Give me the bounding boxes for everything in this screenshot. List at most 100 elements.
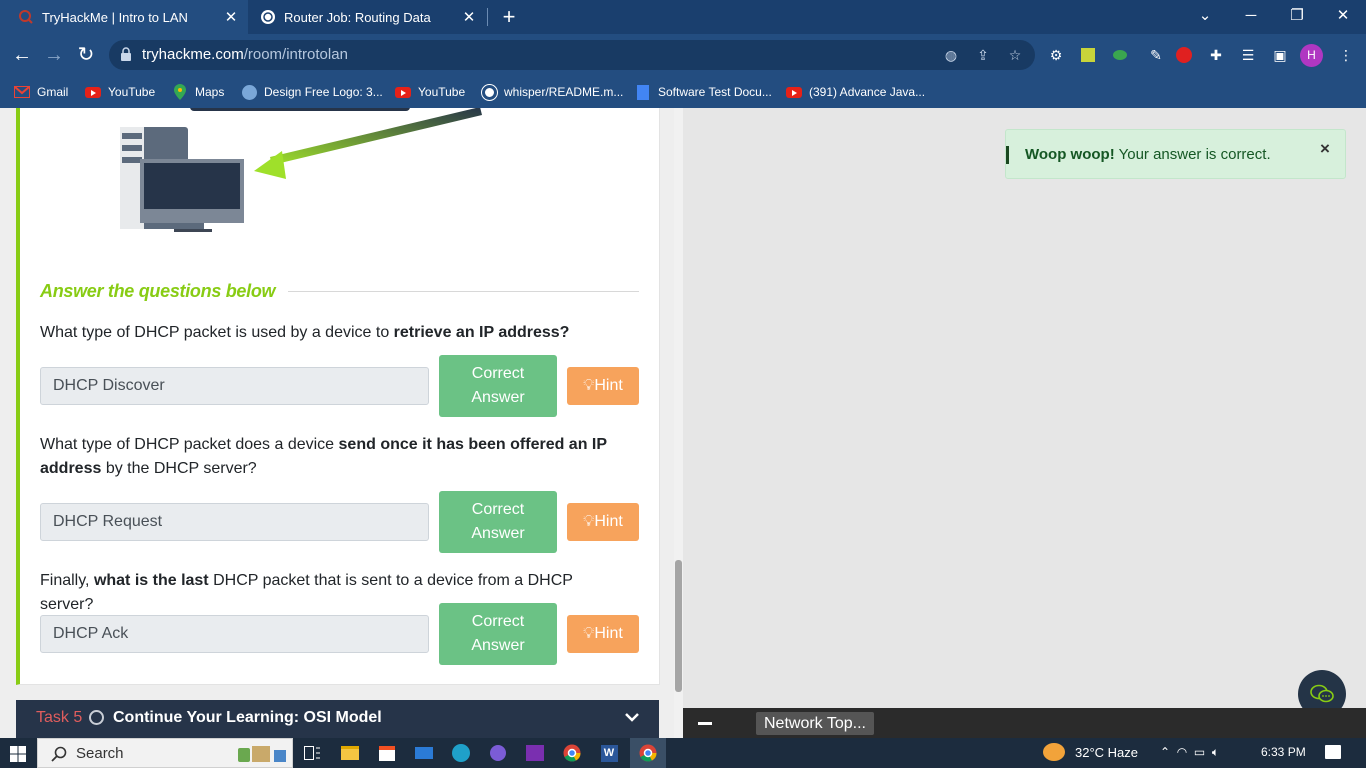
mini-player-label[interactable]: Network Top... [756,712,874,735]
tab-tryhackme[interactable]: TryHackMe | Intro to LAN ✕ [0,0,248,34]
question-text-part: Finally, [40,572,94,589]
correct-label: Correct [471,613,525,630]
taskbar-clock[interactable]: 6:33 PM [1261,745,1306,759]
minimize-icon[interactable] [698,722,712,725]
bookmark-software-test[interactable]: Software Test Docu... [635,82,772,102]
extension-pen-icon[interactable]: ✎ [1146,45,1166,65]
correct-answer-button-1[interactable]: Correct Answer [439,355,557,417]
question-2-text: What type of DHCP packet does a device s… [40,433,630,481]
search-placeholder: Search [76,745,124,762]
browser-menu-icon[interactable]: ⋮ [1336,45,1356,65]
hint-label: Hint [594,377,623,394]
system-tray[interactable]: ⌃ ◠ ▭ 🔈︎ [1160,745,1219,760]
correct-label: Answer [471,389,525,406]
battery-icon: ▭ [1193,745,1206,759]
word-icon[interactable]: W [599,743,619,763]
extension-green-icon[interactable] [1110,45,1130,65]
page-scrollbar[interactable] [674,108,683,738]
minimize-window-button[interactable]: ─ [1228,0,1274,34]
back-arrow-icon[interactable]: ← [8,41,36,69]
weather-widget[interactable]: 32°C Haze [1043,743,1138,761]
bookmark-label: whisper/README.m... [504,85,624,99]
bookmark-label: Maps [195,85,225,99]
question-text-bold: what is the last [93,572,209,589]
volume-icon: 🔈︎ [1211,745,1220,759]
tab-divider [487,8,488,26]
file-explorer-icon[interactable] [340,743,360,763]
tracking-blocked-icon[interactable]: ◍ [941,46,961,64]
correct-answer-button-2[interactable]: Correct Answer [439,491,557,553]
toast-text: Your answer is correct. [1114,146,1271,163]
correct-label: Answer [471,637,525,654]
chatgpt-favicon-icon [260,9,276,25]
bookmark-design-logo[interactable]: Design Free Logo: 3... [241,82,383,102]
bookmark-label: Software Test Docu... [658,85,772,99]
bookmark-label: YouTube [108,85,156,99]
bookmark-advance-java[interactable]: (391) Advance Java... [786,82,925,102]
hex-editor-icon[interactable] [525,743,545,763]
tab-close-icon[interactable]: ✕ [458,8,480,26]
task-view-icon[interactable] [302,743,322,763]
chrome-icon[interactable] [562,743,582,763]
toast-accent-bar [1006,146,1009,164]
side-panel-icon[interactable]: ▣ [1270,45,1290,65]
hint-button-1[interactable]: 💡︎Hint [567,367,639,405]
profile-avatar[interactable]: H [1300,44,1323,67]
bookmark-star-icon[interactable]: ☆ [1005,46,1025,64]
bookmark-youtube-2[interactable]: YouTube [395,82,465,102]
wifi-icon: ◠ [1176,745,1188,759]
hint-button-3[interactable]: 💡︎Hint [567,615,639,653]
windows-start-icon[interactable] [10,746,26,762]
correct-label: Answer [471,525,525,542]
task-5-header[interactable]: Task 5 Continue Your Learning: OSI Model [16,700,659,738]
hint-button-2[interactable]: 💡︎Hint [567,503,639,541]
taskbar-search-box[interactable]: Search [37,738,293,768]
address-bar[interactable]: tryhackme.com/room/introtolan ◍ ⇪ ☆ [109,40,1035,70]
question-text-part: What type of DHCP packet does a device [40,436,339,453]
close-window-button[interactable]: ✕ [1320,0,1366,34]
toast-close-icon[interactable]: × [1320,139,1330,159]
tab-close-icon[interactable]: ✕ [220,8,242,26]
mail-icon[interactable] [414,743,434,763]
bookmark-label: Gmail [37,85,69,99]
bookmark-youtube[interactable]: YouTube [85,82,155,102]
youtube-icon [85,84,101,100]
media-player-icon[interactable] [488,743,508,763]
youtube-icon [395,84,411,100]
scrollbar-thumb[interactable] [675,560,682,692]
answer-field-2[interactable]: DHCP Request [40,503,429,541]
url-host: tryhackme.com [142,46,244,63]
room-content: Answer the questions below What type of … [0,108,683,738]
extension-yellow-icon[interactable] [1078,45,1098,65]
haze-weather-icon [1043,743,1065,761]
restore-window-button[interactable]: ❐ [1274,0,1320,34]
settings-extension-icon[interactable]: ⚙ [1046,45,1066,65]
microsoft-store-icon[interactable] [377,743,397,763]
bookmark-gmail[interactable]: Gmail [14,82,68,102]
search-icon [51,746,67,762]
bookmark-whisper-readme[interactable]: whisper/README.m... [481,82,623,102]
tab-router-job[interactable]: Router Job: Routing Data ✕ [248,0,486,34]
adblock-extension-icon[interactable] [1174,45,1194,65]
share-icon[interactable]: ⇪ [973,46,993,64]
notification-center-icon[interactable] [1325,745,1341,759]
bookmark-maps[interactable]: Maps [172,82,224,102]
chrome-profile-icon[interactable] [638,743,658,763]
lightbulb-icon: 💡︎ [583,377,595,394]
forward-arrow-icon[interactable]: → [40,41,68,69]
gmail-icon [14,84,30,100]
correct-answer-button-3[interactable]: Correct Answer [439,603,557,665]
toast-bold-text: Woop woop! [1025,146,1115,163]
answer-field-3[interactable]: DHCP Ack [40,615,429,653]
browser-toolbar: ← → ↻ tryhackme.com/room/introtolan ◍ ⇪ … [0,34,1366,76]
reload-icon[interactable]: ↻ [72,41,100,69]
answer-field-1[interactable]: DHCP Discover [40,367,429,405]
edge-browser-icon[interactable] [451,743,471,763]
new-tab-button[interactable]: + [497,5,521,29]
tab-search-icon[interactable]: ⌄ [1182,0,1228,34]
chevron-down-icon[interactable] [623,708,641,726]
chat-bubbles-icon [1310,684,1334,703]
extensions-puzzle-icon[interactable]: ✚ [1206,45,1226,65]
reading-list-icon[interactable]: ☰ [1238,45,1258,65]
url-path: /room/introtolan [243,46,348,63]
